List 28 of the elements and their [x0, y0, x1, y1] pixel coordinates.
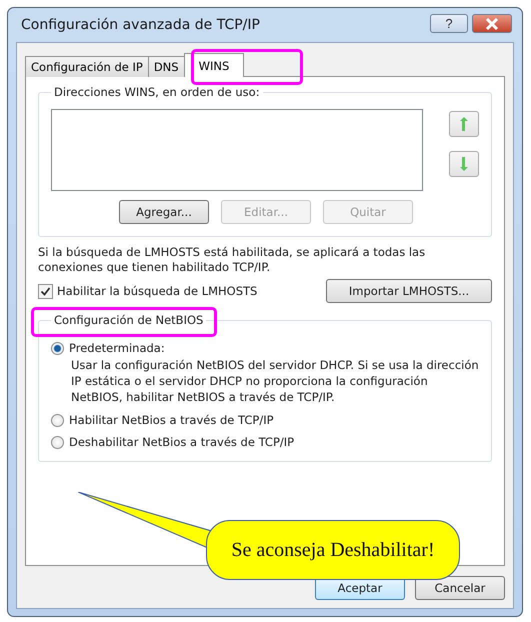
close-button[interactable]: [472, 14, 512, 33]
tab[interactable]: Configuración de IP: [25, 56, 149, 77]
move-up-button[interactable]: [449, 111, 479, 137]
radio-button[interactable]: [51, 342, 64, 354]
tab[interactable]: DNS: [148, 56, 185, 77]
radio-option[interactable]: Habilitar NetBios a través de TCP/IP: [51, 413, 479, 427]
radio-option[interactable]: Predeterminada:: [51, 341, 479, 355]
down-arrow-icon: [459, 157, 469, 171]
address-list[interactable]: [51, 109, 423, 191]
close-icon: [485, 18, 499, 30]
lmhosts-description: Si la búsqueda de LMHOSTS está habilitada, se aplicará a todas las conexiones que tienen habilitado TCP/IP.: [38, 245, 426, 275]
import-button[interactable]: Importar LMHOSTS...: [326, 279, 492, 303]
callout-bubble: Se aconseja Deshabilitar!: [206, 520, 460, 580]
window-title: Configuración avanzada de TCP/IP: [21, 17, 260, 33]
dialog-button[interactable]: Cancelar: [415, 576, 505, 600]
tab[interactable]: WINS: [184, 53, 244, 77]
up-arrow-icon: [459, 117, 469, 131]
list-action-button[interactable]: Agregar...: [119, 200, 209, 224]
radio-button[interactable]: [51, 414, 64, 426]
move-down-button[interactable]: [449, 151, 479, 177]
check-icon: [40, 286, 51, 296]
radio-option[interactable]: Deshabilitar NetBios a través de TCP/IP: [51, 435, 479, 449]
option-description: Usar la configuración NetBIOS del servidor DHCP. Si se usa la dirección IP estática o el servidor DHCP no proporciona la configuración NetBIOS, habilitar NetBIOS a través de TCP/IP.: [71, 357, 479, 405]
help-button[interactable]: ?: [430, 14, 468, 33]
radio-button[interactable]: [51, 436, 64, 448]
group-label: Configuración de NetBIOS: [53, 313, 204, 327]
group-label: Direcciones WINS, en orden de uso:: [53, 85, 261, 99]
lmhosts-checkbox[interactable]: Habilitar la búsqueda de LMHOSTS: [38, 284, 258, 298]
